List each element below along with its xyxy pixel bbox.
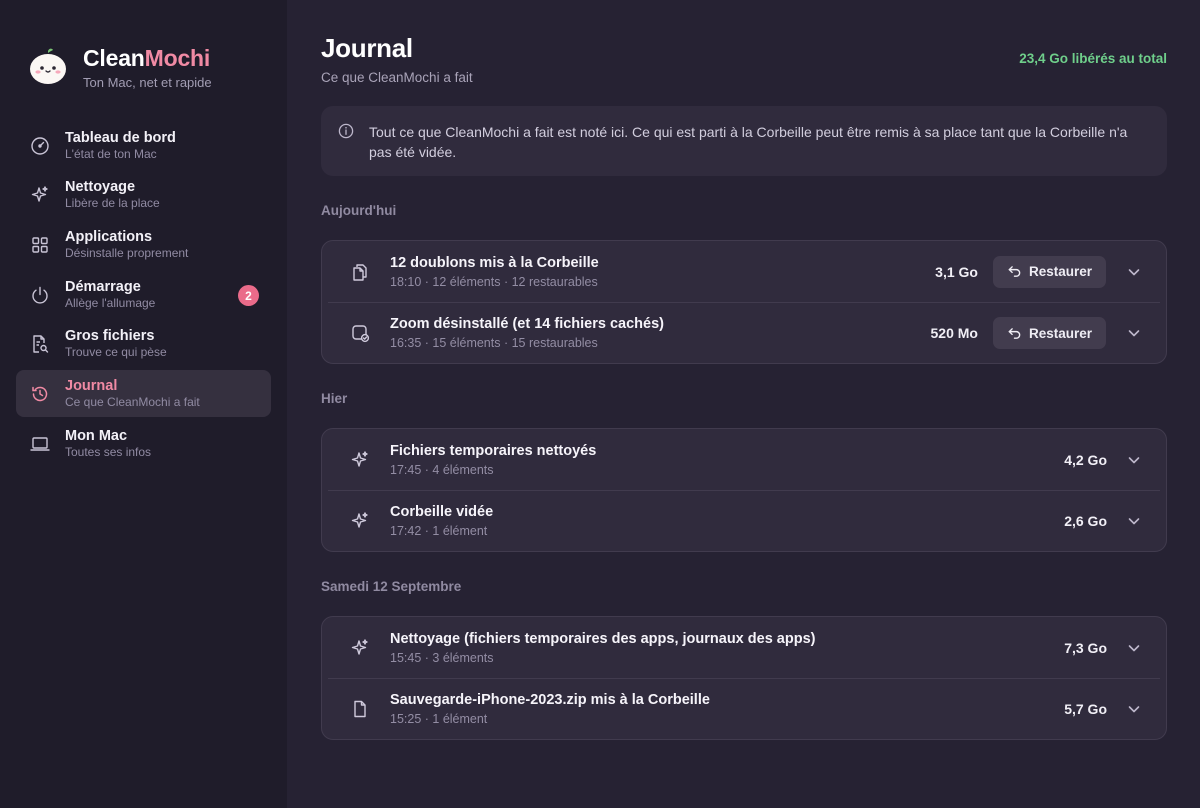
restore-button-label: Restaurer <box>1028 264 1092 279</box>
gauge-icon <box>28 134 52 158</box>
log-entry-size: 5,7 Go <box>1064 701 1107 717</box>
page-subtitle: Ce que CleanMochi a fait <box>321 70 473 85</box>
log-entry-meta: 16:35 · 15 éléments · 15 restaurables <box>390 336 598 350</box>
page-header: Journal Ce que CleanMochi a fait 23,4 Go… <box>321 0 1167 106</box>
chevron-down-icon[interactable] <box>1122 636 1146 660</box>
log-entry-title: Sauvegarde-iPhone-2023.zip mis à la Corb… <box>390 692 710 708</box>
log-entry-meta: 17:42 · 1 élément <box>390 524 488 538</box>
main-content: Journal Ce que CleanMochi a fait 23,4 Go… <box>287 0 1200 808</box>
restore-button[interactable]: Restaurer <box>992 317 1106 349</box>
sparkle-icon <box>28 183 52 207</box>
undo-icon <box>1008 266 1021 277</box>
grid-icon <box>28 233 52 257</box>
file-icon <box>348 697 372 721</box>
sparkle-icon <box>348 636 372 660</box>
sidebar-item-cleanup[interactable]: Nettoyage Libère de la place <box>16 172 271 219</box>
app-tagline: Ton Mac, net et rapide <box>83 74 212 90</box>
restore-button-label: Restaurer <box>1028 325 1092 341</box>
sidebar-item-subtitle: Allège l'allumage <box>65 295 156 310</box>
sidebar-nav: Tableau de bord L'état de ton Mac Nettoy… <box>16 122 271 467</box>
chevron-down-icon[interactable] <box>1122 321 1146 345</box>
power-icon <box>28 283 52 307</box>
section-label-today: Aujourd'hui <box>321 203 397 218</box>
info-text: Tout ce que CleanMochi a fait est noté i… <box>369 124 1128 160</box>
sidebar-item-title: Journal <box>65 377 118 394</box>
log-entry[interactable]: 12 doublons mis à la Corbeille 18:10 · 1… <box>328 241 1160 302</box>
info-banner: Tout ce que CleanMochi a fait est noté i… <box>321 106 1167 176</box>
undo-icon <box>1008 327 1021 339</box>
log-entry-meta: 15:25 · 1 élément <box>390 712 488 726</box>
sparkle-icon <box>348 448 372 472</box>
info-icon <box>338 123 354 144</box>
sidebar-item-title: Nettoyage <box>65 179 136 196</box>
restore-button[interactable]: Restaurer <box>992 255 1106 288</box>
sidebar-item-applications[interactable]: Applications Désinstalle proprement <box>16 221 271 268</box>
sidebar-item-startup[interactable]: Démarrage Allège l'allumage 2 <box>16 271 271 318</box>
app-name: CleanMochi <box>83 44 211 71</box>
log-entry-size: 520 Mo <box>930 325 978 341</box>
total-freed-label: 23,4 Go libérés au total <box>1019 51 1167 66</box>
log-group-yesterday: Fichiers temporaires nettoyés 17:45 · 4 … <box>321 428 1167 552</box>
sidebar-item-subtitle: Désinstalle proprement <box>65 245 189 260</box>
file-search-icon <box>28 332 52 356</box>
log-entry-title: Zoom désinstallé (et 14 fichiers cachés) <box>390 316 664 332</box>
log-entry-title: Fichiers temporaires nettoyés <box>390 442 597 459</box>
sidebar-item-title: Tableau de bord <box>65 129 176 146</box>
sidebar-item-subtitle: Ce que CleanMochi a fait <box>65 394 200 409</box>
log-entry-title: Corbeille vidée <box>390 504 494 520</box>
log-entry[interactable]: Corbeille vidée 17:42 · 1 élément 2,6 Go <box>328 490 1160 551</box>
copy-icon <box>348 260 372 284</box>
log-entry-title: Nettoyage (fichiers temporaires des apps… <box>390 630 816 647</box>
sidebar-item-journal[interactable]: Journal Ce que CleanMochi a fait <box>16 370 271 418</box>
sidebar-item-title: Gros fichiers <box>65 328 155 345</box>
sidebar-item-title: Applications <box>65 228 153 245</box>
log-entry-meta: 17:45 · 4 éléments <box>390 462 494 477</box>
section-label-yesterday: Hier <box>321 391 348 406</box>
log-entry-title: 12 doublons mis à la Corbeille <box>390 254 599 271</box>
sidebar-item-my-mac[interactable]: Mon Mac Toutes ses infos <box>16 420 271 467</box>
history-icon <box>28 382 52 406</box>
log-entry-meta: 18:10 · 12 éléments · 12 restaurables <box>390 274 598 289</box>
log-group-today: 12 doublons mis à la Corbeille 18:10 · 1… <box>321 240 1167 364</box>
chevron-down-icon[interactable] <box>1122 509 1146 533</box>
chevron-down-icon[interactable] <box>1122 697 1146 721</box>
log-entry[interactable]: Fichiers temporaires nettoyés 17:45 · 4 … <box>328 429 1160 490</box>
sidebar-item-title: Démarrage <box>65 278 141 295</box>
brand: CleanMochi Ton Mac, net et rapide <box>16 0 271 138</box>
log-group-saturday: Nettoyage (fichiers temporaires des apps… <box>321 616 1167 740</box>
section-label-saturday: Samedi 12 Septembre <box>321 579 462 594</box>
sidebar-item-dashboard[interactable]: Tableau de bord L'état de ton Mac <box>16 122 271 169</box>
log-entry[interactable]: Nettoyage (fichiers temporaires des apps… <box>328 617 1160 678</box>
page-title: Journal <box>321 33 413 63</box>
sidebar-item-subtitle: L'état de ton Mac <box>65 146 157 161</box>
laptop-icon <box>28 432 52 456</box>
log-entry[interactable]: Sauvegarde-iPhone-2023.zip mis à la Corb… <box>328 678 1160 739</box>
sidebar-item-title: Mon Mac <box>65 427 128 444</box>
log-entry-size: 2,6 Go <box>1064 513 1107 529</box>
startup-count-badge: 2 <box>238 285 259 307</box>
log-entry-size: 4,2 Go <box>1064 451 1107 468</box>
log-entry-size: 7,3 Go <box>1064 639 1107 656</box>
chevron-down-icon[interactable] <box>1122 448 1146 472</box>
sidebar: CleanMochi Ton Mac, net et rapide Tablea… <box>0 0 287 808</box>
chevron-down-icon[interactable] <box>1122 260 1146 284</box>
sidebar-item-subtitle: Trouve ce qui pèse <box>65 345 167 360</box>
log-entry-size: 3,1 Go <box>935 263 978 280</box>
log-entry[interactable]: Zoom désinstallé (et 14 fichiers cachés)… <box>328 302 1160 363</box>
log-entry-meta: 15:45 · 3 éléments <box>390 650 494 665</box>
sidebar-item-subtitle: Toutes ses infos <box>65 444 152 459</box>
mochi-logo-icon <box>30 48 66 84</box>
sidebar-item-large-files[interactable]: Gros fichiers Trouve ce qui pèse <box>16 321 271 368</box>
app-removed-icon <box>348 321 372 345</box>
sparkle-icon <box>348 509 372 533</box>
sidebar-item-subtitle: Libère de la place <box>65 196 160 211</box>
